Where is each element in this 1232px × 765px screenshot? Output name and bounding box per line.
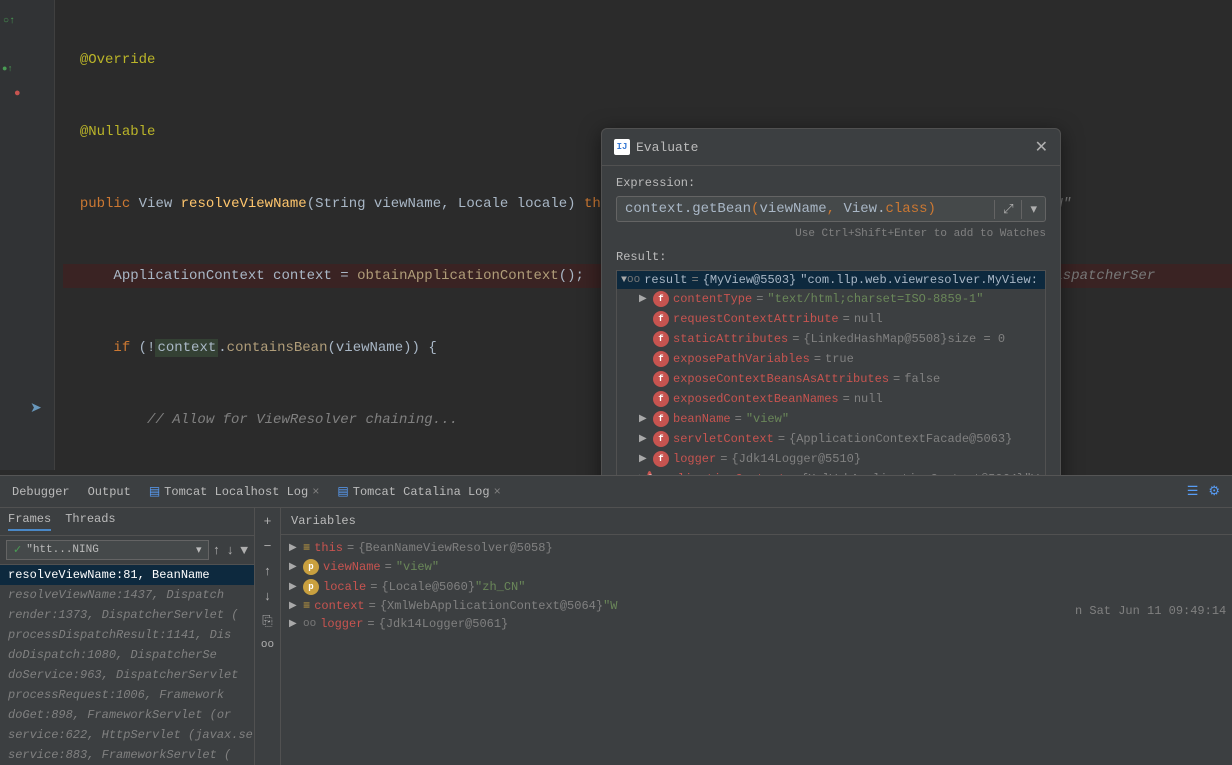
- watch-icon: oo: [303, 618, 316, 630]
- close-icon[interactable]: ×: [312, 485, 319, 499]
- tree-node[interactable]: fexposedContextBeanNames=null: [617, 389, 1045, 409]
- tree-node[interactable]: ▶fbeanName="view": [617, 409, 1045, 429]
- frame-item[interactable]: service:622, HttpServlet (javax.se: [0, 725, 254, 745]
- variable-item[interactable]: ▶plocale={Locale@5060} "zh_CN": [285, 577, 1228, 597]
- field-icon: f: [653, 371, 669, 387]
- variables-label: Variables: [281, 508, 1232, 535]
- current-line-icon: ➤: [30, 400, 42, 417]
- frames-list[interactable]: resolveViewName:81, BeanNameresolveViewN…: [0, 565, 254, 765]
- frame-item[interactable]: resolveViewName:81, BeanName: [0, 565, 254, 585]
- frame-item[interactable]: doDispatch:1080, DispatcherSe: [0, 645, 254, 665]
- tab-tomcat-catalina[interactable]: ▤Tomcat Catalina Log ×: [337, 484, 500, 499]
- frame-item[interactable]: processRequest:1006, Framework: [0, 685, 254, 705]
- subtab-frames[interactable]: Frames: [8, 512, 51, 531]
- subtab-threads[interactable]: Threads: [65, 512, 115, 531]
- tree-root[interactable]: ▼ oo result = {MyView@5503} "com.llp.web…: [617, 271, 1045, 289]
- tree-node[interactable]: fstaticAttributes={LinkedHashMap@5508} s…: [617, 329, 1045, 349]
- variables-list[interactable]: ▶≡this={BeanNameViewResolver@5058}▶pview…: [281, 535, 1232, 765]
- variables-toolbar: + − ↑ ↓ ⎘ oo: [255, 508, 281, 765]
- chevron-right-icon[interactable]: ▶: [639, 453, 653, 465]
- field-icon: f: [653, 351, 669, 367]
- tree-node[interactable]: ▶flogger={Jdk14Logger@5510}: [617, 449, 1045, 469]
- tree-node[interactable]: frequestContextAttribute=null: [617, 309, 1045, 329]
- expand-icon[interactable]: ⤢: [994, 200, 1021, 219]
- glasses-icon[interactable]: oo: [261, 639, 274, 651]
- debug-panel[interactable]: Debugger Output ▤Tomcat Localhost Log × …: [0, 475, 1232, 765]
- chevron-right-icon[interactable]: ▶: [639, 433, 653, 445]
- chevron-right-icon[interactable]: ▶: [289, 561, 303, 573]
- dialog-titlebar[interactable]: IJ Evaluate ✕: [602, 129, 1060, 166]
- var-icon: ≡: [303, 541, 310, 555]
- dropdown-icon[interactable]: ▾: [1021, 200, 1045, 219]
- frame-item[interactable]: render:1373, DispatcherServlet (: [0, 605, 254, 625]
- expression-input-box[interactable]: context.getBean(viewName, View.class) ⤢ …: [616, 196, 1046, 222]
- chevron-right-icon[interactable]: ▶: [639, 413, 653, 425]
- vcs-icon: ●↑: [2, 64, 13, 74]
- tab-debugger[interactable]: Debugger: [12, 485, 70, 499]
- variable-item[interactable]: ▶pviewName="view": [285, 557, 1228, 577]
- remove-watch-icon[interactable]: −: [264, 539, 272, 554]
- annotation: @Override: [80, 52, 156, 68]
- field-icon: f: [653, 291, 669, 307]
- settings-icon[interactable]: ⚙: [1208, 484, 1220, 499]
- debug-tabs[interactable]: Debugger Output ▤Tomcat Localhost Log × …: [0, 476, 1232, 508]
- tree-node[interactable]: ▶fservletContext={ApplicationContextFaca…: [617, 429, 1045, 449]
- prev-frame-icon[interactable]: ↑: [213, 543, 221, 558]
- param-icon: p: [303, 559, 319, 575]
- app-icon: IJ: [614, 139, 630, 155]
- override-icon: ○↑: [3, 16, 15, 27]
- field-icon: f: [653, 311, 669, 327]
- tomcat-icon: ▤: [149, 484, 160, 499]
- tree-node[interactable]: fexposePathVariables=true: [617, 349, 1045, 369]
- expression-label: Expression:: [616, 176, 1046, 190]
- var-icon: ≡: [303, 599, 310, 613]
- check-icon: ✓: [13, 543, 22, 557]
- down-icon[interactable]: ↓: [264, 589, 272, 604]
- variable-item[interactable]: ▶≡this={BeanNameViewResolver@5058}: [285, 539, 1228, 557]
- frame-item[interactable]: doGet:898, FrameworkServlet (or: [0, 705, 254, 725]
- next-frame-icon[interactable]: ↓: [226, 543, 234, 558]
- frame-item[interactable]: doService:963, DispatcherServlet: [0, 665, 254, 685]
- layout-icon[interactable]: ☰: [1187, 484, 1199, 499]
- result-label: Result:: [616, 250, 1046, 264]
- close-icon[interactable]: ✕: [1035, 137, 1048, 157]
- chevron-right-icon[interactable]: ▶: [639, 293, 653, 305]
- field-icon: f: [653, 451, 669, 467]
- watch-icon: oo: [627, 274, 640, 286]
- breakpoint-icon[interactable]: ●: [14, 88, 21, 100]
- close-icon[interactable]: ×: [494, 485, 501, 499]
- field-icon: f: [653, 431, 669, 447]
- shortcut-hint: Use Ctrl+Shift+Enter to add to Watches: [616, 228, 1046, 240]
- field-icon: f: [653, 331, 669, 347]
- frame-item[interactable]: processDispatchResult:1141, Dis: [0, 625, 254, 645]
- tab-output[interactable]: Output: [88, 485, 131, 499]
- dialog-title: Evaluate: [636, 140, 1035, 155]
- param-icon: p: [303, 579, 319, 595]
- chevron-right-icon[interactable]: ▶: [289, 542, 303, 554]
- copy-icon[interactable]: ⎘: [262, 614, 272, 629]
- tree-node[interactable]: ▶fcontentType="text/html;charset=ISO-885…: [617, 289, 1045, 309]
- field-icon: f: [653, 411, 669, 427]
- editor-gutter: ○↑ ●↑ ● ➤: [0, 0, 55, 470]
- frame-item[interactable]: service:883, FrameworkServlet (: [0, 745, 254, 765]
- tab-tomcat-localhost[interactable]: ▤Tomcat Localhost Log ×: [149, 484, 320, 499]
- annotation: @Nullable: [80, 124, 156, 140]
- field-icon: f: [653, 391, 669, 407]
- tomcat-icon: ▤: [337, 484, 348, 499]
- add-watch-icon[interactable]: +: [264, 514, 272, 529]
- chevron-right-icon[interactable]: ▶: [289, 618, 303, 630]
- expression-input[interactable]: context.getBean(viewName, View.class): [617, 197, 994, 221]
- frames-panel[interactable]: Frames Threads ✓ "htt...NING ▾ ↑ ↓ ▼ res…: [0, 508, 255, 765]
- thread-dropdown[interactable]: ✓ "htt...NING ▾: [6, 540, 209, 560]
- chevron-down-icon[interactable]: ▾: [196, 543, 202, 557]
- chevron-right-icon[interactable]: ▶: [289, 600, 303, 612]
- console-text: n Sat Jun 11 09:49:14 CST 2: [1065, 598, 1232, 624]
- frame-item[interactable]: resolveViewName:1437, Dispatch: [0, 585, 254, 605]
- up-icon[interactable]: ↑: [264, 564, 272, 579]
- tree-node[interactable]: fexposeContextBeansAsAttributes=false: [617, 369, 1045, 389]
- filter-icon[interactable]: ▼: [240, 543, 248, 558]
- chevron-right-icon[interactable]: ▶: [289, 581, 303, 593]
